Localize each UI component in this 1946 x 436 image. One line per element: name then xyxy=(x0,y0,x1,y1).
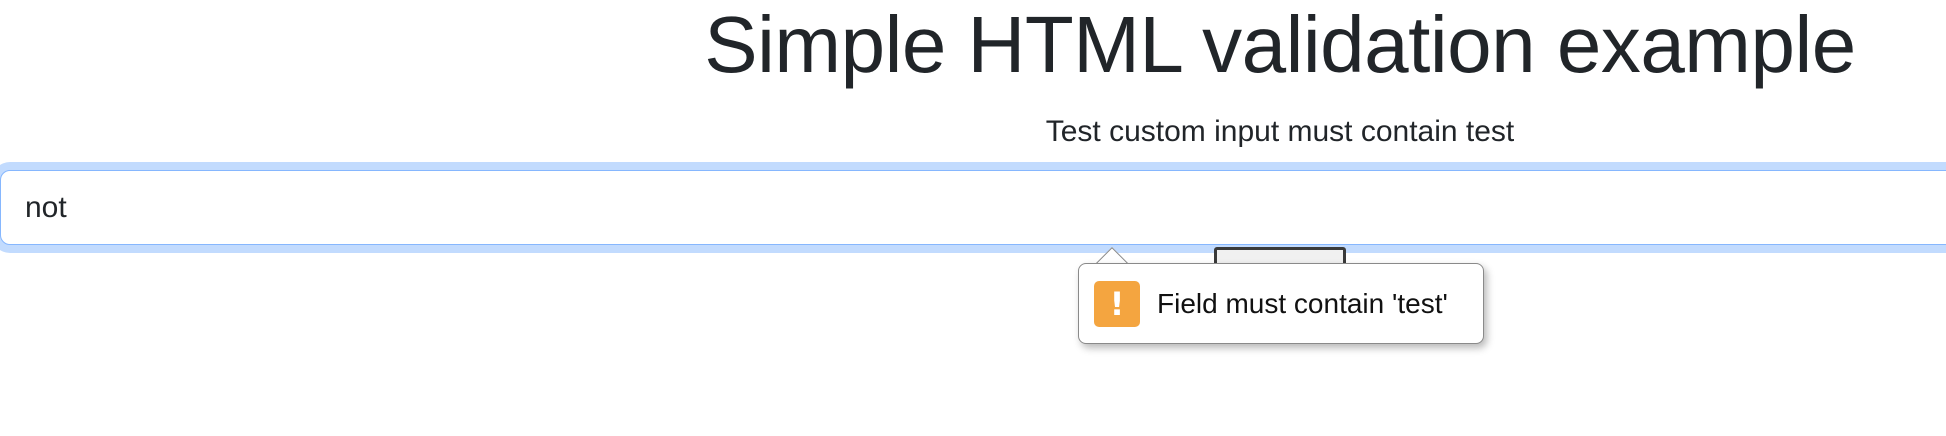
tooltip-arrow xyxy=(1095,246,1129,264)
test-input[interactable] xyxy=(0,170,1946,245)
validation-tooltip: ! Field must contain 'test' xyxy=(1078,263,1484,344)
validation-message: Field must contain 'test' xyxy=(1157,287,1448,319)
warning-icon: ! xyxy=(1094,280,1140,327)
input-label: Test custom input must contain test xyxy=(1045,115,1515,148)
page-title: Simple HTML validation example xyxy=(704,0,1856,89)
page: Simple HTML validation example Test cust… xyxy=(0,0,1946,436)
